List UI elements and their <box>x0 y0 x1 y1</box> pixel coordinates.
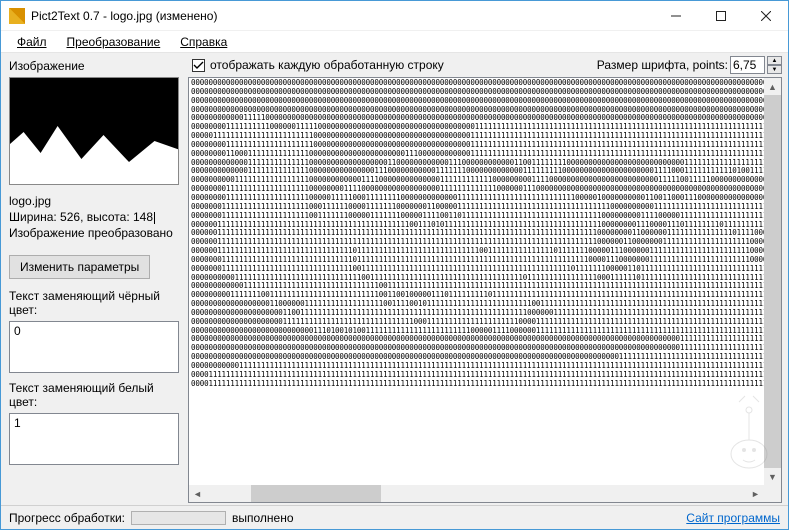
progress-bar <box>131 511 226 525</box>
close-button[interactable] <box>743 1 788 30</box>
app-icon <box>9 8 25 24</box>
statusbar: Прогресс обработки: выполнено Сайт прогр… <box>1 505 788 529</box>
titlebar: Pict2Text 0.7 - logo.jpg (изменено) <box>1 1 788 31</box>
menu-file[interactable]: Файл <box>9 33 55 51</box>
output-text[interactable]: 0000000000000000000000000000000000000000… <box>189 78 781 485</box>
output-box: 0000000000000000000000000000000000000000… <box>188 77 782 503</box>
checkbox-icon <box>192 59 205 72</box>
window-title: Pict2Text 0.7 - logo.jpg (изменено) <box>31 9 653 23</box>
maximize-button[interactable] <box>698 1 743 30</box>
font-size-down[interactable]: ▼ <box>767 65 782 74</box>
info-status: Изображение преобразовано <box>9 225 178 241</box>
black-text-input[interactable]: 0 <box>9 321 179 373</box>
minimize-button[interactable] <box>653 1 698 30</box>
vertical-scrollbar[interactable]: ▲ ▼ <box>764 78 781 485</box>
info-filename: logo.jpg <box>9 193 178 209</box>
image-label: Изображение <box>9 59 178 73</box>
menu-help[interactable]: Справка <box>172 33 235 51</box>
menu-transform[interactable]: Преобразование <box>59 33 169 51</box>
show-each-line-checkbox[interactable]: отображать каждую обработанную строку <box>192 58 444 72</box>
hscroll-thumb[interactable] <box>251 485 381 502</box>
scroll-right-icon[interactable]: ► <box>747 485 764 502</box>
image-info: logo.jpg Ширина: 526, высота: 148 Изобра… <box>9 193 178 245</box>
progress-label: Прогресс обработки: <box>9 511 125 525</box>
scroll-down-icon[interactable]: ▼ <box>764 468 781 485</box>
checkbox-label: отображать каждую обработанную строку <box>210 58 444 72</box>
horizontal-scrollbar[interactable]: ◄ ► <box>189 485 781 502</box>
black-text-label: Текст заменяющий чёрный цвет: <box>9 289 178 317</box>
left-panel: Изображение logo.jpg Ширина: 526, высота… <box>1 53 186 505</box>
white-text-input[interactable]: 1 <box>9 413 179 465</box>
info-dims: Ширина: 526, высота: 148 <box>9 209 178 225</box>
change-params-button[interactable]: Изменить параметры <box>9 255 150 279</box>
font-size-input[interactable] <box>730 56 765 74</box>
progress-done-label: выполнено <box>232 511 294 525</box>
site-link[interactable]: Сайт программы <box>686 511 780 525</box>
font-size-label: Размер шрифта, points: <box>597 58 728 72</box>
menubar: Файл Преобразование Справка <box>1 31 788 53</box>
font-size-up[interactable]: ▲ <box>767 56 782 65</box>
scroll-left-icon[interactable]: ◄ <box>189 485 206 502</box>
vscroll-thumb[interactable] <box>764 95 781 468</box>
image-preview <box>9 77 179 185</box>
scroll-up-icon[interactable]: ▲ <box>764 78 781 95</box>
white-text-label: Текст заменяющий белый цвет: <box>9 381 178 409</box>
